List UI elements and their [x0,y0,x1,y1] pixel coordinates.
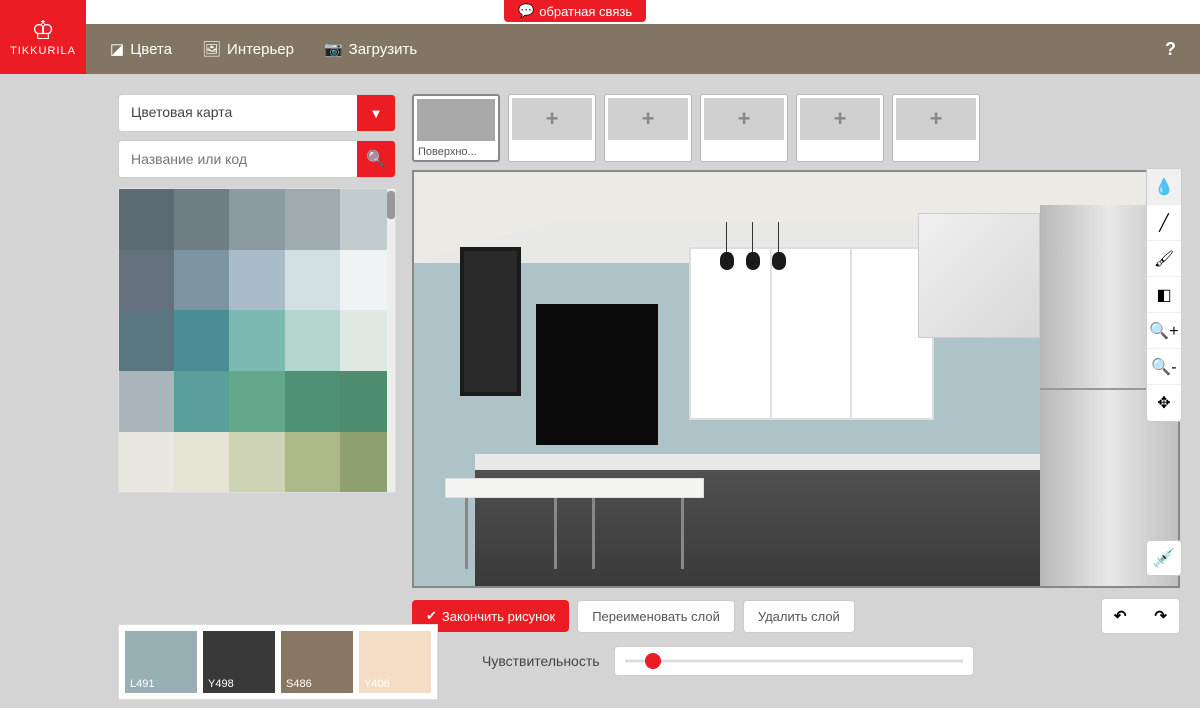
surface-tab-add-5[interactable]: + [892,94,980,162]
camera-icon: 📷 [324,40,343,58]
color-swatch[interactable] [119,371,174,432]
color-swatch[interactable] [229,371,284,432]
color-swatch[interactable] [285,250,340,311]
surface-label: Поверхно... [414,144,498,160]
color-swatch[interactable] [174,432,229,493]
palette-scrollbar[interactable] [387,189,395,492]
surface-tab-add-2[interactable]: + [604,94,692,162]
selected-swatch[interactable]: Y406 [359,631,431,693]
move-tool[interactable]: ✥ [1147,385,1181,421]
room-render [414,172,1178,586]
feedback-label: обратная связь [539,4,632,19]
selected-swatch[interactable]: L491 [125,631,197,693]
nav-interior[interactable]: 🖼 Интерьер [202,40,294,58]
dropdown-label: Цветовая карта [119,95,357,131]
redo-button[interactable]: ↷ [1142,599,1179,633]
brush-icon: 🖌 [1154,249,1174,269]
color-swatch[interactable] [285,189,340,250]
color-swatch[interactable] [229,310,284,371]
rename-layer-button[interactable]: Переименовать слой [577,600,735,633]
color-swatch[interactable] [119,189,174,250]
comment-icon: 💬 [518,3,534,19]
color-palette [118,188,396,493]
color-swatch[interactable] [174,189,229,250]
color-swatch[interactable] [174,310,229,371]
crown-icon: ♔ [31,17,54,43]
color-swatch[interactable] [285,371,340,432]
move-icon: ✥ [1157,393,1170,413]
plus-icon: + [704,98,784,140]
zoom-in-icon: 🔍+ [1149,321,1178,341]
eyedropper-tool[interactable]: 💉 [1146,540,1182,576]
zoom-out-tool[interactable]: 🔍- [1147,349,1181,385]
plus-icon: + [800,98,880,140]
line-tool[interactable]: ╱ [1147,205,1181,241]
color-swatch[interactable] [229,432,284,493]
brush-tool[interactable]: 🖌 [1147,241,1181,277]
eraser-tool[interactable]: ◧ [1147,277,1181,313]
palette-icon: ◪ [110,40,124,58]
zoom-out-icon: 🔍- [1151,357,1176,377]
surface-tab-add-4[interactable]: + [796,94,884,162]
fill-tool[interactable]: 💧 [1147,169,1181,205]
color-swatch[interactable] [119,432,174,493]
scrollbar-thumb[interactable] [387,191,395,219]
selected-colors-bar: L491 Y498 S486 Y406 [118,624,438,700]
color-swatch[interactable] [229,250,284,311]
check-icon: ✔ [426,608,437,624]
eyedropper-icon: 💉 [1153,548,1175,569]
nav-upload[interactable]: 📷 Загрузить [324,40,417,58]
surface-tab-add-1[interactable]: + [508,94,596,162]
search-input[interactable] [119,141,357,177]
selected-swatch[interactable]: S486 [281,631,353,693]
line-icon: ╱ [1159,213,1169,233]
zoom-in-tool[interactable]: 🔍+ [1147,313,1181,349]
color-swatch[interactable] [119,250,174,311]
tool-palette: 💧 ╱ 🖌 ◧ 🔍+ 🔍- ✥ [1146,168,1182,422]
undo-button[interactable]: ↶ [1102,599,1139,633]
color-swatch[interactable] [285,432,340,493]
surface-tab-add-3[interactable]: + [700,94,788,162]
swatch-code: L491 [130,678,154,690]
swatch-code: Y406 [364,678,390,690]
surface-thumb [417,99,495,141]
paint-canvas[interactable] [412,170,1180,588]
feedback-button[interactable]: 💬 обратная связь [504,0,646,22]
delete-layer-button[interactable]: Удалить слой [743,600,855,633]
color-swatch[interactable] [174,371,229,432]
plus-icon: + [896,98,976,140]
image-icon: 🖼 [202,40,221,58]
color-swatch[interactable] [119,310,174,371]
selected-swatch[interactable]: Y498 [203,631,275,693]
color-swatch[interactable] [285,310,340,371]
plus-icon: + [608,98,688,140]
plus-icon: + [512,98,592,140]
droplet-icon: 💧 [1154,177,1174,197]
search-icon: 🔍 [366,149,386,169]
swatch-code: S486 [286,678,312,690]
chevron-down-icon[interactable]: ▼ [357,95,395,131]
color-swatch[interactable] [174,250,229,311]
slider-thumb[interactable] [645,653,661,669]
swatch-code: Y498 [208,678,234,690]
color-map-dropdown[interactable]: Цветовая карта ▼ [118,94,396,132]
search-button[interactable]: 🔍 [357,141,395,177]
surface-tab-1[interactable]: Поверхно... [412,94,500,162]
help-button[interactable]: ? [1165,39,1176,60]
sensitivity-slider[interactable] [614,646,974,676]
nav-colors[interactable]: ◪ Цвета [110,40,172,58]
eraser-icon: ◧ [1156,285,1171,305]
sensitivity-label: Чувствительность [482,653,600,669]
brand-logo[interactable]: ♔ TIKKURILA [0,0,86,74]
color-swatch[interactable] [229,189,284,250]
brand-text: TIKKURILA [10,45,76,57]
